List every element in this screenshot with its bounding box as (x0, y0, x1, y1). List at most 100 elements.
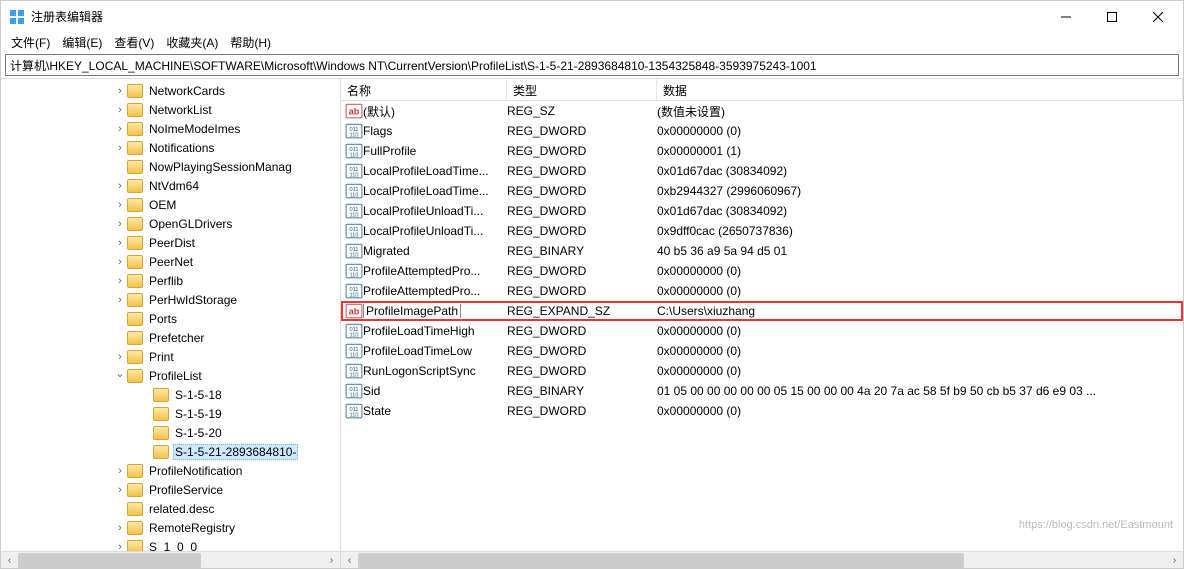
tree-scrollbar-h[interactable]: ‹ › (1, 551, 340, 568)
tree-item[interactable]: related.desc (1, 499, 340, 518)
value-row[interactable]: 011110ProfileAttemptedPro...REG_DWORD0x0… (341, 281, 1183, 301)
chevron-right-icon[interactable] (113, 465, 127, 477)
chevron-right-icon[interactable] (113, 541, 127, 552)
column-data[interactable]: 数据 (657, 79, 1183, 100)
tree-item-label: S-1-5-21-2893684810- (173, 444, 298, 460)
tree-item[interactable]: PeerNet (1, 252, 340, 271)
column-name[interactable]: 名称 (341, 79, 507, 100)
tree-item[interactable]: NoImeModeImes (1, 119, 340, 138)
value-name: Migrated (363, 244, 507, 258)
value-row[interactable]: 011110LocalProfileLoadTime...REG_DWORD0x… (341, 181, 1183, 201)
value-row[interactable]: 011110SidREG_BINARY01 05 00 00 00 00 00 … (341, 381, 1183, 401)
tree-item[interactable]: Prefetcher (1, 328, 340, 347)
column-type[interactable]: 类型 (507, 79, 657, 100)
chevron-right-icon[interactable] (113, 351, 127, 363)
maximize-button[interactable] (1089, 2, 1135, 32)
tree-item[interactable]: PerHwIdStorage (1, 290, 340, 309)
value-row[interactable]: 011110LocalProfileLoadTime...REG_DWORD0x… (341, 161, 1183, 181)
scroll-right-icon[interactable]: › (323, 552, 340, 569)
value-data: 0x01d67dac (30834092) (657, 164, 1183, 178)
value-row[interactable]: 011110ProfileAttemptedPro...REG_DWORD0x0… (341, 261, 1183, 281)
chevron-right-icon[interactable] (113, 104, 127, 116)
value-row[interactable]: 011110LocalProfileUnloadTi...REG_DWORD0x… (341, 221, 1183, 241)
tree-item[interactable]: OEM (1, 195, 340, 214)
binary-value-icon: 011110 (345, 402, 363, 420)
tree-item[interactable]: S-1-5-21-2893684810- (1, 442, 340, 461)
tree-item[interactable]: Ports (1, 309, 340, 328)
minimize-button[interactable] (1043, 2, 1089, 32)
value-type: REG_DWORD (507, 324, 657, 338)
chevron-right-icon[interactable] (113, 522, 127, 534)
scroll-left-icon[interactable]: ‹ (1, 552, 18, 569)
tree-item-label: S-1-5-20 (173, 425, 224, 441)
tree-item[interactable]: OpenGLDrivers (1, 214, 340, 233)
binary-value-icon: 011110 (345, 362, 363, 380)
tree-item-label: ProfileNotification (147, 463, 244, 479)
chevron-right-icon[interactable] (113, 85, 127, 97)
value-row[interactable]: ab(默认)REG_SZ(数值未设置) (341, 101, 1183, 121)
value-row[interactable]: 011110FullProfileREG_DWORD0x00000001 (1) (341, 141, 1183, 161)
tree-item[interactable]: ProfileService (1, 480, 340, 499)
scroll-right-icon[interactable]: › (1166, 552, 1183, 569)
tree-item[interactable]: S-1-5-18 (1, 385, 340, 404)
chevron-right-icon[interactable] (113, 484, 127, 496)
value-row[interactable]: abProfileImagePathREG_EXPAND_SZC:\Users\… (341, 301, 1183, 321)
value-row[interactable]: 011110LocalProfileUnloadTi...REG_DWORD0x… (341, 201, 1183, 221)
scroll-left-icon[interactable]: ‹ (341, 552, 358, 569)
tree-item[interactable]: S-1-5-19 (1, 404, 340, 423)
tree-item[interactable]: S_1_0_0 (1, 537, 340, 551)
chevron-down-icon[interactable] (113, 369, 127, 382)
tree-item[interactable]: NetworkList (1, 100, 340, 119)
menu-view[interactable]: 查看(V) (108, 32, 160, 52)
tree-item[interactable]: NetworkCards (1, 81, 340, 100)
value-name: ProfileAttemptedPro... (363, 264, 507, 278)
menu-file[interactable]: 文件(F) (5, 32, 56, 52)
tree-item[interactable]: ProfileNotification (1, 461, 340, 480)
chevron-right-icon[interactable] (113, 237, 127, 249)
chevron-right-icon[interactable] (113, 180, 127, 192)
tree-item[interactable]: RemoteRegistry (1, 518, 340, 537)
folder-icon (127, 217, 143, 231)
tree-item[interactable]: PeerDist (1, 233, 340, 252)
value-data: 0x00000000 (0) (657, 264, 1183, 278)
tree-item[interactable]: Perflib (1, 271, 340, 290)
tree-item-label: NtVdm64 (147, 178, 201, 194)
binary-value-icon: 011110 (345, 342, 363, 360)
tree-item[interactable]: NowPlayingSessionManag (1, 157, 340, 176)
folder-icon (127, 502, 143, 516)
chevron-right-icon[interactable] (113, 256, 127, 268)
values-scrollbar-h[interactable]: ‹ › (341, 551, 1183, 568)
value-row[interactable]: 011110ProfileLoadTimeLowREG_DWORD0x00000… (341, 341, 1183, 361)
chevron-right-icon[interactable] (113, 275, 127, 287)
tree-item[interactable]: NtVdm64 (1, 176, 340, 195)
chevron-right-icon[interactable] (113, 199, 127, 211)
binary-value-icon: 011110 (345, 222, 363, 240)
value-row[interactable]: 011110MigratedREG_BINARY40 b5 36 a9 5a 9… (341, 241, 1183, 261)
tree-item[interactable]: Notifications (1, 138, 340, 157)
svg-text:110: 110 (350, 393, 359, 399)
chevron-right-icon[interactable] (113, 294, 127, 306)
chevron-right-icon[interactable] (113, 142, 127, 154)
address-bar[interactable]: 计算机\HKEY_LOCAL_MACHINE\SOFTWARE\Microsof… (5, 54, 1179, 76)
chevron-right-icon[interactable] (113, 218, 127, 230)
value-data: 0x00000000 (0) (657, 344, 1183, 358)
tree-item[interactable]: ProfileList (1, 366, 340, 385)
menu-help[interactable]: 帮助(H) (224, 32, 277, 52)
svg-text:110: 110 (350, 233, 359, 239)
tree-item[interactable]: Print (1, 347, 340, 366)
close-button[interactable] (1135, 2, 1181, 32)
value-row[interactable]: 011110RunLogonScriptSyncREG_DWORD0x00000… (341, 361, 1183, 381)
titlebar[interactable]: 注册表编辑器 (1, 1, 1183, 32)
tree-item[interactable]: S-1-5-20 (1, 423, 340, 442)
value-row[interactable]: 011110StateREG_DWORD0x00000000 (0) (341, 401, 1183, 421)
chevron-right-icon[interactable] (113, 123, 127, 135)
value-row[interactable]: 011110ProfileLoadTimeHighREG_DWORD0x0000… (341, 321, 1183, 341)
value-name: FullProfile (363, 144, 507, 158)
window-title: 注册表编辑器 (31, 8, 1043, 25)
value-name: LocalProfileUnloadTi... (363, 224, 507, 238)
menu-favorites[interactable]: 收藏夹(A) (160, 32, 224, 52)
folder-icon (127, 160, 143, 174)
value-row[interactable]: 011110FlagsREG_DWORD0x00000000 (0) (341, 121, 1183, 141)
value-data: 40 b5 36 a9 5a 94 d5 01 (657, 244, 1183, 258)
menu-edit[interactable]: 编辑(E) (56, 32, 108, 52)
